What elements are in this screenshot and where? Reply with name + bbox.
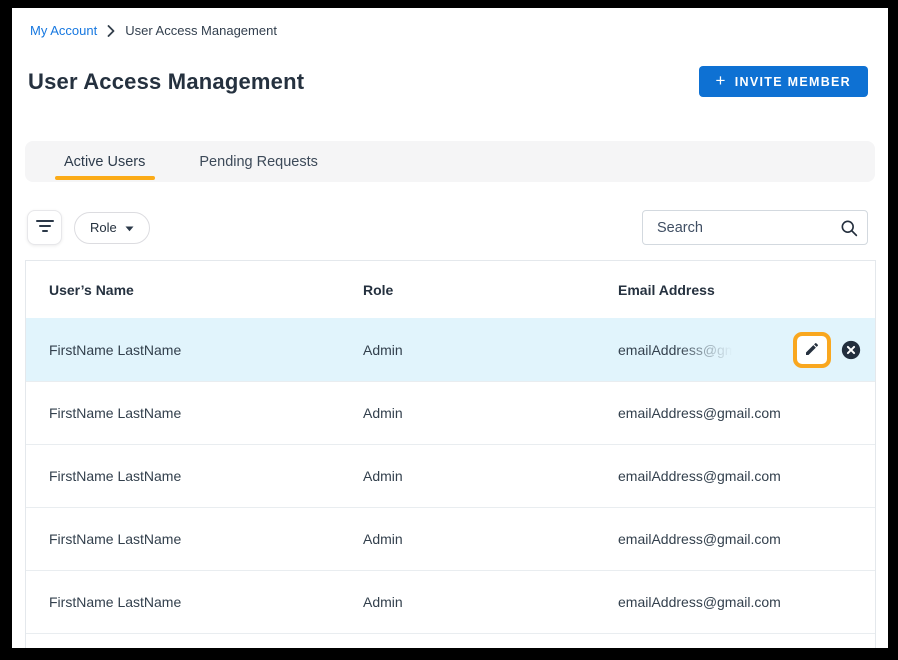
cell-name: FirstName LastName [26,594,363,610]
table-body: FirstName LastNameAdminemailAddress@gm F… [26,318,875,648]
tab-active-users[interactable]: Active Users [37,141,172,182]
cell-role: Admin [363,405,618,421]
table-controls: Role [27,210,868,245]
cell-role: Admin [363,342,618,358]
table-header-row: User’s Name Role Email Address [26,261,875,318]
users-table: User’s Name Role Email Address FirstName… [25,260,876,648]
cell-email: emailAddress@gmail.com [618,531,875,547]
page-header: User Access Management + INVITE MEMBER [28,66,868,97]
table-row-partial[interactable] [26,633,875,648]
filter-button[interactable] [27,210,62,245]
invite-member-label: INVITE MEMBER [735,75,851,89]
cell-name: FirstName LastName [26,468,363,484]
breadcrumb-current: User Access Management [125,23,277,38]
plus-icon: + [716,72,727,89]
caret-down-icon [125,220,134,235]
cell-name: FirstName LastName [26,342,363,358]
remove-x-icon [841,340,861,360]
column-header-email: Email Address [618,282,875,298]
breadcrumb-chevron-icon [107,25,115,37]
table-row[interactable]: FirstName LastNameAdminemailAddress@gmai… [26,507,875,570]
row-actions [793,332,861,368]
page-title: User Access Management [28,69,304,95]
active-tab-underline [55,176,155,180]
tab-bar: Active Users Pending Requests [25,141,875,182]
table-row[interactable]: FirstName LastNameAdminemailAddress@gmai… [26,381,875,444]
filter-icon [36,219,54,236]
tab-active-users-label: Active Users [64,154,145,170]
table-row[interactable]: FirstName LastNameAdminemailAddress@gm [26,318,875,381]
tab-pending-requests-label: Pending Requests [199,154,318,170]
cell-email: emailAddress@gmail.com [618,468,875,484]
remove-button[interactable] [841,340,861,360]
column-header-users-name: User’s Name [26,282,363,298]
cell-name: FirstName LastName [26,405,363,421]
breadcrumb: My Account User Access Management [12,8,888,38]
user-access-page: My Account User Access Management User A… [12,8,888,648]
tab-pending-requests[interactable]: Pending Requests [172,141,345,182]
role-filter-label: Role [90,220,117,235]
cell-role: Admin [363,468,618,484]
screenshot-frame: My Account User Access Management User A… [0,0,898,660]
search-icon[interactable] [840,219,858,237]
cell-role: Admin [363,594,618,610]
table-row[interactable]: FirstName LastNameAdminemailAddress@gmai… [26,570,875,633]
edit-button[interactable] [793,332,831,368]
edit-pencil-icon [804,341,820,360]
cell-name: FirstName LastName [26,531,363,547]
cell-email: emailAddress@gmail.com [618,405,875,421]
invite-member-button[interactable]: + INVITE MEMBER [699,66,868,97]
cell-role: Admin [363,531,618,547]
search-box [642,210,868,245]
breadcrumb-link-my-account[interactable]: My Account [30,23,97,38]
cell-email: emailAddress@gmail.com [618,594,875,610]
role-filter-dropdown[interactable]: Role [74,212,150,244]
column-header-role: Role [363,282,618,298]
table-row[interactable]: FirstName LastNameAdminemailAddress@gmai… [26,444,875,507]
search-input[interactable] [642,210,868,245]
